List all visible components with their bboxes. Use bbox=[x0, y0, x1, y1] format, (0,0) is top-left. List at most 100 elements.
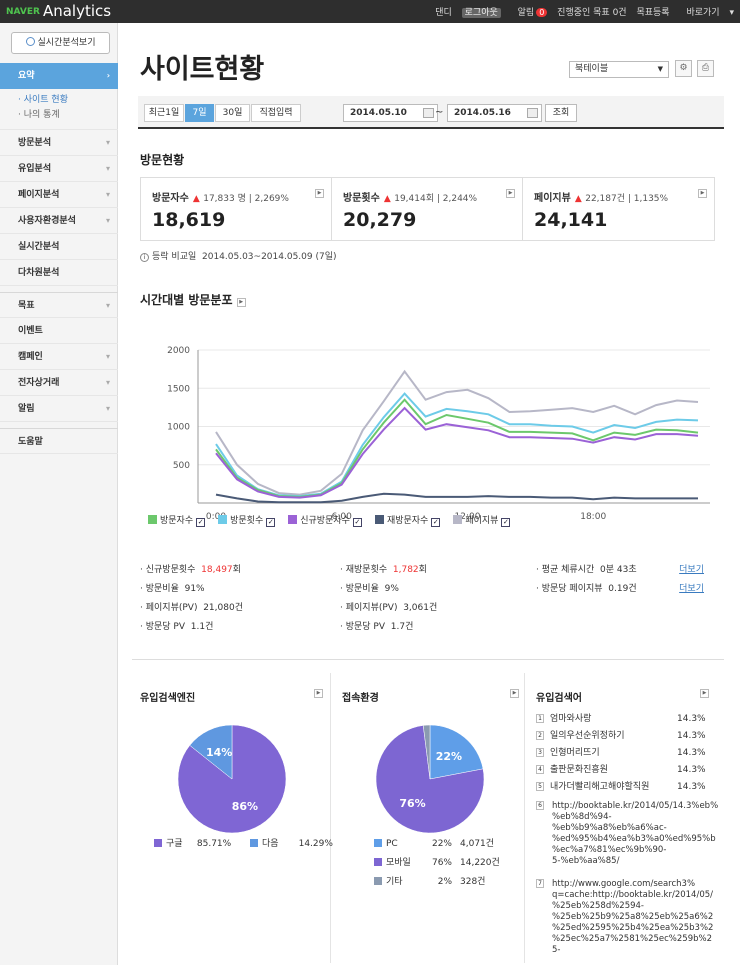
sidebar-submenu: · 사이트 현황 · 나의 통계 bbox=[0, 89, 118, 130]
more-link[interactable]: 더보기 bbox=[679, 561, 704, 580]
checkbox-checked-icon[interactable]: ✓ bbox=[431, 518, 441, 527]
sidebar: 실시간분석보기 요약 › · 사이트 현황 · 나의 통계 방문분석 ▾ 유입분석 ▾ 페… bbox=[0, 23, 118, 965]
divider bbox=[132, 659, 724, 660]
print-button[interactable]: ⎙ bbox=[697, 60, 714, 77]
compare-date-note: i 등락 비교일 2014.05.03~2014.05.09 (7일) bbox=[140, 249, 337, 262]
environment-pie: 22% 76% bbox=[375, 724, 485, 834]
checkbox-checked-icon[interactable]: ✓ bbox=[352, 518, 362, 527]
stat-card-pageviews: 페이지뷰 ▲ 22,187건 | 1,135% 24,141 ▶ bbox=[523, 178, 714, 240]
series-line-1 bbox=[215, 392, 699, 498]
legend-item[interactable]: 재방문자수 ✓ bbox=[374, 513, 441, 527]
sidebar-item[interactable]: 다차원분석 bbox=[0, 260, 118, 286]
shortcut-menu[interactable]: 바로가기 ▾ bbox=[679, 8, 734, 18]
y-tick-label: 1000 bbox=[167, 423, 190, 433]
more-arrow-icon[interactable]: ▶ bbox=[700, 689, 709, 698]
chart-legend: 방문자수 ✓ 방문횟수 ✓ 신규방문자수 ✓ 재방문자수 ✓ 페이지뷰 ✓ bbox=[148, 513, 523, 527]
sidebar-item[interactable]: 캠페인 ▾ bbox=[0, 344, 118, 370]
tab-30-days[interactable]: 30일 bbox=[215, 104, 250, 122]
sidebar-item[interactable]: 알림 ▾ bbox=[0, 396, 118, 422]
legend-item[interactable]: 방문자수 ✓ bbox=[148, 513, 206, 527]
sidebar-item[interactable]: 페이지분석 ▾ bbox=[0, 182, 118, 208]
stat-value: 24,141 bbox=[534, 209, 608, 231]
keyword-row[interactable]: 1 엄마와사랑 14.3% bbox=[536, 711, 736, 728]
detail-row: · 재방문횟수 1,782회 bbox=[340, 565, 427, 575]
search-keyword-list: 1 엄마와사랑 14.3% 2 일의우선순위정하기 14.3% 3 인형머리뜨기 14.3% 4 출… bbox=[536, 711, 736, 965]
alert-count-badge: 0 bbox=[536, 8, 548, 17]
keyword-url-row[interactable]: 6 http://booktable.kr/2014/05/14.3%eb% %e… bbox=[536, 798, 736, 876]
hourly-heading: 시간대별 방문분포 ▶ bbox=[140, 291, 246, 308]
sidebar-item[interactable]: 실시간분석 bbox=[0, 234, 118, 260]
legend-swatch bbox=[374, 858, 382, 866]
tab-last-1-day[interactable]: 최근1일 bbox=[144, 104, 184, 122]
sidebar-item[interactable]: 전자상거래 ▾ bbox=[0, 370, 118, 396]
sidebar-item[interactable]: 사용자환경분석 ▾ bbox=[0, 208, 118, 234]
user-name[interactable]: 댄디 bbox=[435, 8, 452, 18]
keyword-row[interactable]: 5 내가더빨리해고해야할직원 14.3% bbox=[536, 779, 736, 796]
more-arrow-icon[interactable]: ▶ bbox=[510, 689, 519, 698]
site-select[interactable]: 북테이블 ▼ bbox=[569, 61, 669, 78]
calendar-icon[interactable] bbox=[423, 108, 434, 118]
sidebar-subitem-my-stats[interactable]: · 나의 통계 bbox=[18, 108, 118, 123]
legend-swatch bbox=[374, 877, 382, 885]
divider bbox=[524, 673, 525, 963]
alert-link[interactable]: 알림 0 bbox=[511, 8, 548, 18]
legend-item: 모바일 76% 14,220건 bbox=[374, 855, 500, 868]
legend-item[interactable]: 페이지뷰 ✓ bbox=[453, 513, 511, 527]
more-arrow-icon[interactable]: ▶ bbox=[698, 189, 707, 198]
checkbox-checked-icon[interactable]: ✓ bbox=[266, 518, 276, 527]
arrow-up-icon: ▲ bbox=[574, 194, 582, 204]
calendar-icon[interactable] bbox=[527, 108, 538, 118]
gear-icon: ⚙ bbox=[679, 63, 688, 73]
sidebar-item[interactable]: 이벤트 bbox=[0, 318, 118, 344]
legend-item: 기타 2% 328건 bbox=[374, 874, 485, 887]
sidebar-subitem-site-status[interactable]: · 사이트 현황 bbox=[18, 93, 118, 108]
new-visit-details: · 신규방문횟수 18,497회 · 방문비율 91% · 페이지뷰(PV) 21,… bbox=[140, 561, 330, 637]
keyword-url-row[interactable]: 7 http://www.google.com/search3% q=cache:… bbox=[536, 876, 736, 965]
more-arrow-icon[interactable]: ▶ bbox=[315, 189, 324, 198]
sidebar-item[interactable]: 목표 ▾ bbox=[0, 292, 118, 318]
legend-daum: 다음 14.29% bbox=[250, 836, 333, 849]
search-engine-pie: 86% 14% bbox=[177, 724, 287, 834]
tab-7-days[interactable]: 7일 bbox=[185, 104, 214, 122]
legend-item[interactable]: 방문횟수 ✓ bbox=[218, 513, 276, 527]
date-range-bar: 최근1일 7일 30일 직접입력 2014.05.10 ~ 2014.05.16… bbox=[138, 96, 724, 129]
goal-progress-link[interactable]: 진행중인 목표 0건 bbox=[557, 8, 626, 18]
chevron-right-icon: › bbox=[106, 71, 110, 80]
search-keyword-heading: 유입검색어 bbox=[536, 693, 582, 704]
chevron-down-icon: ▾ bbox=[105, 164, 110, 173]
legend-swatch bbox=[288, 515, 298, 524]
chevron-down-icon: ▾ bbox=[105, 216, 110, 225]
more-link[interactable]: 더보기 bbox=[679, 580, 704, 599]
logout-button[interactable]: 로그아웃 bbox=[461, 8, 501, 18]
tab-custom-range[interactable]: 직접입력 bbox=[251, 104, 301, 122]
chevron-down-icon: ▾ bbox=[105, 404, 110, 413]
realtime-analysis-button[interactable]: 실시간분석보기 bbox=[11, 32, 110, 54]
checkbox-checked-icon[interactable]: ✓ bbox=[501, 518, 511, 527]
keyword-row[interactable]: 4 출판문화진흥원 14.3% bbox=[536, 762, 736, 779]
end-date-input[interactable]: 2014.05.16 bbox=[447, 104, 542, 122]
goal-register-link[interactable]: 목표등록 bbox=[636, 8, 669, 18]
naver-analytics-logo[interactable]: NAVER Analytics bbox=[6, 2, 111, 20]
more-arrow-icon[interactable]: ▶ bbox=[236, 298, 246, 307]
more-arrow-icon[interactable]: ▶ bbox=[314, 689, 323, 698]
start-date-input[interactable]: 2014.05.10 bbox=[343, 104, 438, 122]
detail-row: · 페이지뷰(PV) 3,061건 bbox=[340, 603, 438, 613]
keyword-row[interactable]: 2 일의우선순위정하기 14.3% bbox=[536, 728, 736, 745]
legend-swatch bbox=[374, 839, 382, 847]
sidebar-item[interactable]: 방문분석 ▾ bbox=[0, 130, 118, 156]
query-button[interactable]: 조회 bbox=[545, 104, 577, 122]
sidebar-item[interactable]: 유입분석 ▾ bbox=[0, 156, 118, 182]
sidebar-item-summary[interactable]: 요약 › bbox=[0, 63, 118, 89]
clock-icon bbox=[25, 37, 35, 46]
sidebar-item[interactable]: 도움말 bbox=[0, 428, 118, 454]
legend-item[interactable]: 신규방문자수 ✓ bbox=[288, 513, 362, 527]
keyword-row[interactable]: 3 인형머리뜨기 14.3% bbox=[536, 745, 736, 762]
settings-button[interactable]: ⚙ bbox=[675, 60, 692, 77]
chevron-down-icon: ▾ bbox=[105, 301, 110, 310]
checkbox-checked-icon[interactable]: ✓ bbox=[196, 518, 206, 527]
y-tick-label: 2000 bbox=[167, 346, 190, 356]
engagement-details: · 평균 체류시간 0분 43초 더보기 · 방문당 페이지뷰 0.19건 더보기 bbox=[536, 561, 704, 599]
more-arrow-icon[interactable]: ▶ bbox=[506, 189, 515, 198]
hourly-visit-chart: 5001000150020000:00 6:00 12:00 18:00 bbox=[167, 346, 710, 522]
series-line-2 bbox=[215, 406, 699, 499]
